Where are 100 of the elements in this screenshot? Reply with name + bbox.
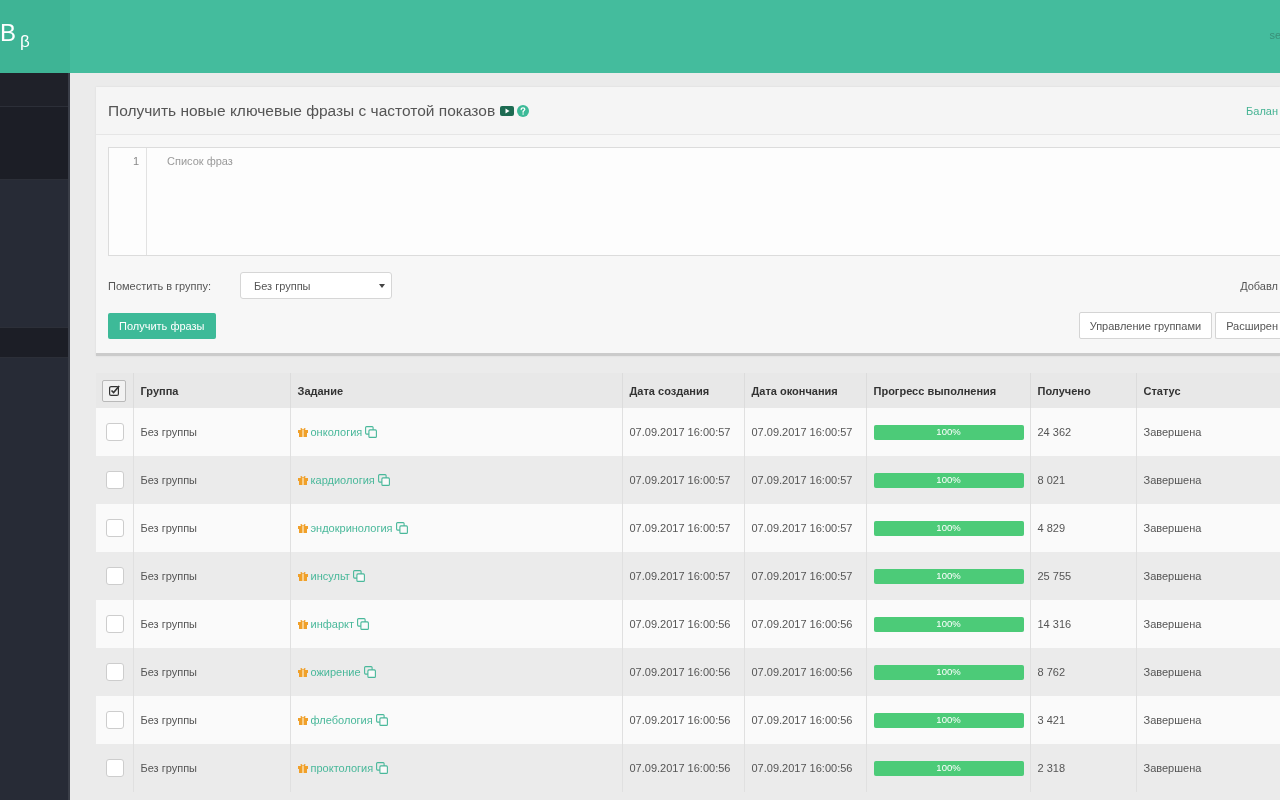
checkbox-tick-icon [108, 385, 120, 396]
gift-icon [297, 619, 308, 629]
video-icon[interactable] [500, 105, 515, 116]
column-header: Прогресс выполнения [866, 373, 1030, 408]
table-cell: 07.09.2017 16:00:57 [622, 456, 744, 504]
copy-icon[interactable] [363, 666, 376, 678]
panel-title: Получить новые ключевые фразы с частотой показов [108, 101, 496, 120]
table-cell: Завершена [1136, 744, 1280, 792]
table-cell: Завершена [1136, 696, 1280, 744]
copy-icon[interactable] [352, 570, 365, 582]
table-cell: Без группы [133, 648, 290, 696]
row-checkbox[interactable] [106, 615, 124, 633]
progress-label: 100% [936, 523, 961, 533]
column-header: Получено [1030, 373, 1136, 408]
table-cell: Завершена [1136, 600, 1280, 648]
task-link[interactable]: флебология [310, 714, 373, 726]
table-cell: Без группы [133, 552, 290, 600]
add-text: Добавл [1240, 279, 1278, 292]
copy-icon[interactable] [365, 426, 378, 438]
progress-label: 100% [936, 571, 961, 581]
table-cell: Без группы [133, 744, 290, 792]
row-checkbox[interactable] [106, 759, 124, 777]
table-cell: 07.09.2017 16:00:57 [744, 456, 866, 504]
table-cell: Завершена [1136, 408, 1280, 456]
progress-label: 100% [936, 427, 961, 437]
table-cell: 4 829 [1030, 504, 1136, 552]
task-link[interactable]: онкология [310, 426, 363, 438]
table-cell: 07.09.2017 16:00:56 [622, 648, 744, 696]
table-cell: Без группы [133, 504, 290, 552]
table-cell: Завершена [1136, 504, 1280, 552]
table-cell: 07.09.2017 16:00:56 [744, 696, 866, 744]
logo-text: В [0, 20, 16, 45]
copy-icon[interactable] [395, 522, 408, 534]
gift-icon [297, 475, 308, 485]
table-cell: 07.09.2017 16:00:57 [622, 504, 744, 552]
row-checkbox[interactable] [106, 519, 124, 537]
panel-button[interactable]: Управление группами [1078, 312, 1213, 339]
copy-icon[interactable] [357, 618, 369, 630]
beta-label: β [20, 33, 30, 50]
task-link[interactable]: ожирение [310, 666, 361, 678]
copy-icon[interactable] [377, 474, 390, 486]
gift-icon [297, 667, 308, 677]
row-checkbox[interactable] [106, 471, 124, 489]
table-cell: 2 318 [1030, 744, 1136, 792]
table-cell: 07.09.2017 16:00:56 [622, 744, 744, 792]
row-checkbox[interactable] [106, 567, 124, 585]
progress-label: 100% [936, 667, 961, 677]
table-cell: 07.09.2017 16:00:56 [622, 696, 744, 744]
table-cell: 07.09.2017 16:00:57 [744, 408, 866, 456]
table-cell: 24 362 [1030, 408, 1136, 456]
table-cell: 07.09.2017 16:00:57 [622, 552, 744, 600]
table-cell: Завершена [1136, 456, 1280, 504]
table-cell: 8 021 [1030, 456, 1136, 504]
progress-label: 100% [936, 763, 961, 773]
table-cell: 07.09.2017 16:00:56 [744, 744, 866, 792]
gift-icon [297, 427, 308, 437]
table-cell: 07.09.2017 16:00:56 [622, 600, 744, 648]
row-checkbox[interactable] [106, 711, 124, 729]
column-header: Группа [133, 373, 290, 408]
table-cell: 07.09.2017 16:00:57 [744, 504, 866, 552]
get-phrases-button[interactable]: Получить фразы [108, 312, 216, 339]
table-cell: 14 316 [1030, 600, 1136, 648]
column-header: Статус [1136, 373, 1280, 408]
task-link[interactable]: кардиология [310, 474, 375, 486]
phrase-editor[interactable]: 1 Список фраз [108, 147, 1280, 256]
table-cell: 07.09.2017 16:00:57 [744, 552, 866, 600]
caret-icon [379, 283, 385, 288]
table-cell: 3 421 [1030, 696, 1136, 744]
group-select[interactable]: Без группы [240, 272, 392, 299]
table-cell: Без группы [133, 456, 290, 504]
gift-icon [297, 715, 308, 725]
column-header: Задание [290, 373, 622, 408]
task-link[interactable]: проктология [310, 762, 374, 774]
task-link[interactable]: инфаркт [310, 618, 354, 630]
balance-link[interactable]: Балан [1246, 104, 1278, 117]
task-link[interactable]: инсульт [310, 570, 350, 582]
copy-icon[interactable] [376, 762, 389, 774]
progress-label: 100% [936, 619, 961, 629]
select-all-button[interactable] [102, 379, 126, 402]
progress-label: 100% [936, 715, 961, 725]
column-header: Дата окончания [744, 373, 866, 408]
table-cell: Завершена [1136, 552, 1280, 600]
row-checkbox[interactable] [106, 423, 124, 441]
table-cell: 8 762 [1030, 648, 1136, 696]
gift-icon [297, 523, 308, 533]
copy-icon[interactable] [375, 714, 388, 726]
help-icon[interactable] [517, 104, 530, 117]
task-link[interactable]: эндокринология [310, 522, 393, 534]
table-cell: Без группы [133, 600, 290, 648]
table-cell: Без группы [133, 696, 290, 744]
table-cell: 07.09.2017 16:00:57 [622, 408, 744, 456]
table-cell: 07.09.2017 16:00:56 [744, 648, 866, 696]
gift-icon [297, 763, 308, 773]
table-cell: 25 755 [1030, 552, 1136, 600]
group-label: Поместить в группу: [108, 279, 213, 292]
panel-button[interactable]: Расширен [1215, 312, 1280, 339]
row-checkbox[interactable] [106, 663, 124, 681]
table-cell: Завершена [1136, 648, 1280, 696]
progress-label: 100% [936, 475, 961, 485]
table-cell: 07.09.2017 16:00:56 [744, 600, 866, 648]
